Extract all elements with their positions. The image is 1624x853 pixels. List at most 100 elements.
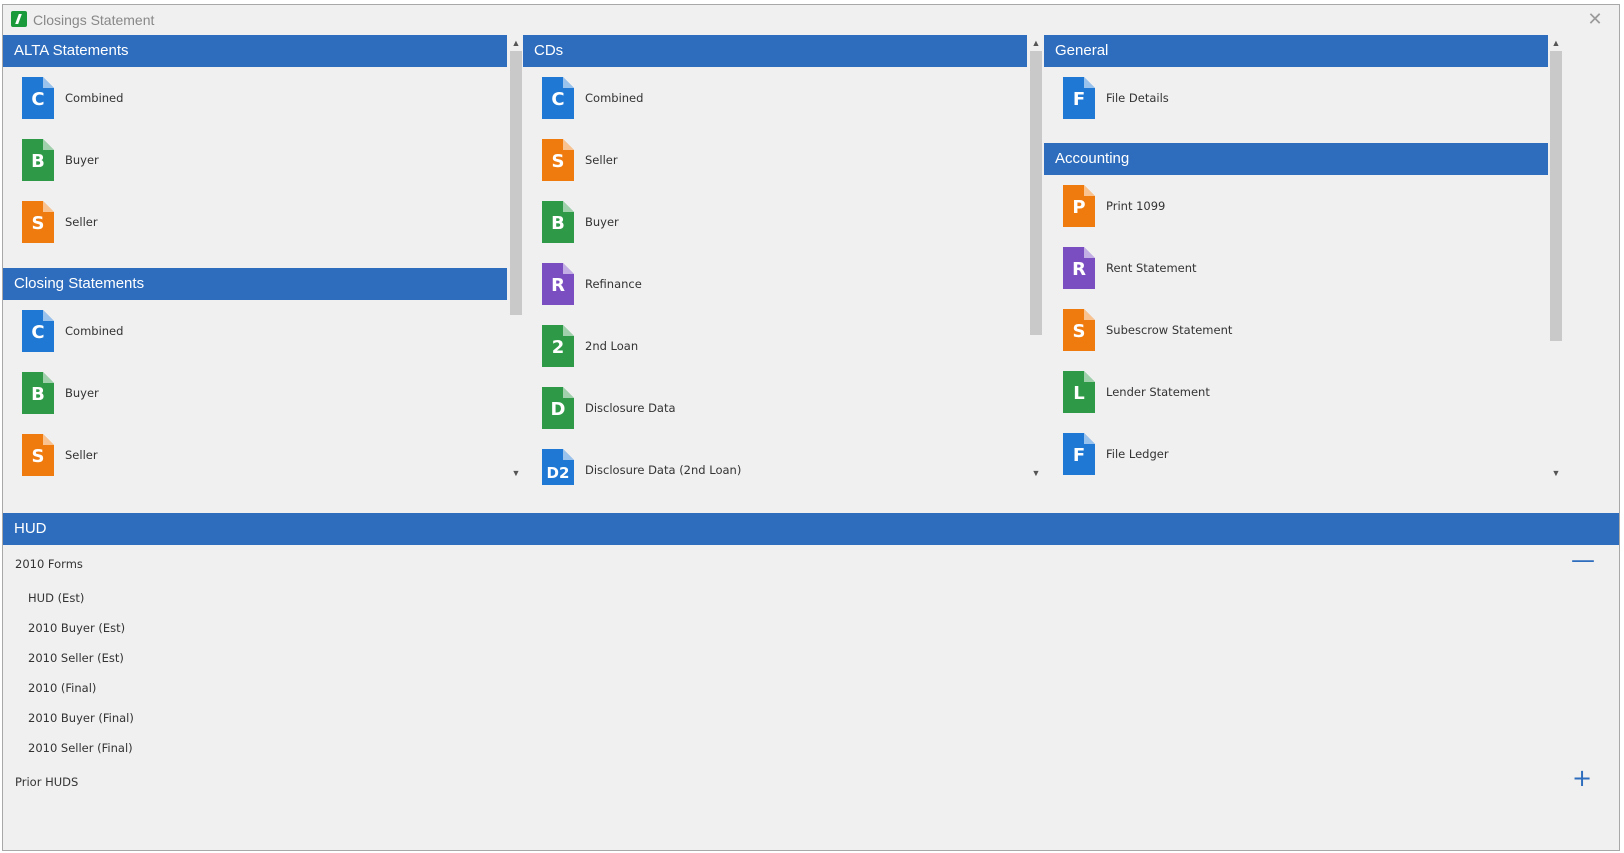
hud-section: HUD 2010 Forms — HUD (Est) 2010 Buyer (Est)…: [3, 513, 1619, 850]
scrollbar-right[interactable]: ▲ ▼: [1548, 35, 1564, 481]
document-letter: S: [31, 213, 45, 234]
document-icon: R: [542, 263, 574, 305]
scroll-thumb[interactable]: [510, 51, 522, 315]
statement-item-label: File Details: [1106, 91, 1169, 105]
document-icon: P: [1063, 185, 1095, 227]
statement-item[interactable]: D Disclosure Data: [523, 377, 1027, 439]
scrollbar-middle[interactable]: ▲ ▼: [1028, 35, 1044, 481]
hud-group[interactable]: Prior HUDS +: [3, 763, 1619, 801]
statement-item-label: Seller: [65, 448, 98, 462]
document-letter: D2: [546, 464, 570, 482]
section-header: ALTA Statements: [3, 35, 507, 67]
hud-form-label: 2010 Buyer (Final): [28, 711, 134, 725]
document-letter: S: [1072, 321, 1086, 342]
hud-form-label: 2010 Seller (Est): [28, 651, 124, 665]
close-button[interactable]: ✕: [1585, 9, 1605, 29]
statement-item[interactable]: D2 Disclosure Data (2nd Loan): [523, 439, 1027, 485]
statement-item[interactable]: C Combined: [3, 300, 507, 362]
document-icon: R: [1063, 247, 1095, 289]
hud-header: HUD: [3, 513, 1619, 545]
statement-item[interactable]: B Buyer: [3, 362, 507, 424]
hud-group-label: Prior HUDS: [15, 775, 79, 789]
document-letter: F: [1072, 445, 1086, 466]
window-title: Closings Statement: [33, 12, 155, 28]
document-letter: R: [1072, 259, 1086, 280]
statement-item[interactable]: R Rent Statement: [1044, 237, 1548, 299]
statement-item-label: Refinance: [585, 277, 642, 291]
statement-item-label: Rent Statement: [1106, 261, 1197, 275]
statement-item[interactable]: P Print 1099: [1044, 175, 1548, 237]
document-icon: B: [542, 201, 574, 243]
statement-item-label: Subescrow Statement: [1106, 323, 1233, 337]
statement-item-label: Seller: [65, 215, 98, 229]
panel-left: ALTA Statements C Combined B Buyer S Seller Clo…: [3, 35, 507, 485]
scrollbar-left[interactable]: ▲ ▼: [508, 35, 524, 481]
expand-icon[interactable]: +: [1571, 766, 1593, 790]
scroll-up-arrow-icon[interactable]: ▲: [508, 35, 524, 51]
statement-item[interactable]: 2 2nd Loan: [523, 315, 1027, 377]
statement-item-label: 2nd Loan: [585, 339, 639, 353]
statement-item[interactable]: C Combined: [3, 67, 507, 129]
panel-middle: CDs C Combined S Seller B Buyer R Refinance 2 2nd …: [523, 35, 1027, 485]
statement-item[interactable]: C Combined: [523, 67, 1027, 129]
statement-item[interactable]: S Seller: [3, 424, 507, 485]
document-icon: B: [22, 372, 54, 414]
document-letter: B: [31, 151, 45, 172]
document-letter: C: [31, 89, 45, 110]
hud-form-item[interactable]: 2010 Seller (Est): [3, 643, 1619, 673]
scroll-thumb[interactable]: [1550, 51, 1562, 341]
document-letter: R: [551, 275, 565, 296]
document-letter: L: [1073, 383, 1085, 404]
statement-item-label: Buyer: [65, 153, 99, 167]
statement-item-label: Print 1099: [1106, 199, 1166, 213]
hud-form-item[interactable]: 2010 Buyer (Est): [3, 613, 1619, 643]
document-letter: F: [1072, 89, 1086, 110]
statement-item[interactable]: S Subescrow Statement: [1044, 299, 1548, 361]
closings-statement-window: Closings Statement ✕ ALTA Statements C Com…: [2, 4, 1620, 851]
statement-item-label: Combined: [65, 91, 124, 105]
scroll-up-arrow-icon[interactable]: ▲: [1028, 35, 1044, 51]
statement-item-label: Buyer: [585, 215, 619, 229]
hud-form-item[interactable]: HUD (Est): [3, 583, 1619, 613]
statement-item[interactable]: B Buyer: [523, 191, 1027, 253]
document-letter: S: [31, 446, 45, 467]
panel-right: General F File Details Accounting P Print 109…: [1044, 35, 1548, 485]
scroll-up-arrow-icon[interactable]: ▲: [1548, 35, 1564, 51]
document-letter: C: [551, 89, 565, 110]
document-letter: B: [31, 384, 45, 405]
scroll-thumb[interactable]: [1030, 51, 1042, 335]
statement-item[interactable]: L Lender Statement: [1044, 361, 1548, 423]
document-letter: D: [550, 399, 566, 420]
hud-form-item[interactable]: 2010 Seller (Final): [3, 733, 1619, 763]
statement-item-label: File Ledger: [1106, 447, 1169, 461]
document-icon: 2: [542, 325, 574, 367]
hud-form-label: 2010 Seller (Final): [28, 741, 133, 755]
document-icon: S: [542, 139, 574, 181]
document-letter: 2: [551, 337, 565, 358]
document-icon: S: [22, 201, 54, 243]
statement-item[interactable]: B Buyer: [3, 129, 507, 191]
scroll-down-arrow-icon[interactable]: ▼: [508, 465, 524, 481]
hud-form-label: 2010 Buyer (Est): [28, 621, 126, 635]
scroll-down-arrow-icon[interactable]: ▼: [1028, 465, 1044, 481]
statement-item[interactable]: R Refinance: [523, 253, 1027, 315]
document-letter: S: [551, 151, 565, 172]
scroll-down-arrow-icon[interactable]: ▼: [1548, 465, 1564, 481]
hud-body: 2010 Forms — HUD (Est) 2010 Buyer (Est) 2010…: [3, 545, 1619, 801]
document-letter: B: [551, 213, 565, 234]
statement-item[interactable]: S Seller: [3, 191, 507, 253]
hud-form-item[interactable]: 2010 (Final): [3, 673, 1619, 703]
statement-item-label: Combined: [585, 91, 644, 105]
statement-item-label: Disclosure Data (2nd Loan): [585, 463, 742, 477]
collapse-icon[interactable]: —: [1571, 548, 1595, 572]
section-header: CDs: [523, 35, 1027, 67]
statement-item[interactable]: S Seller: [523, 129, 1027, 191]
hud-group[interactable]: 2010 Forms —: [3, 545, 1619, 583]
statement-item-label: Seller: [585, 153, 618, 167]
statement-item[interactable]: F File Details: [1044, 67, 1548, 129]
hud-form-item[interactable]: 2010 Buyer (Final): [3, 703, 1619, 733]
document-icon: B: [22, 139, 54, 181]
statement-item[interactable]: F File Ledger: [1044, 423, 1548, 485]
document-icon: L: [1063, 371, 1095, 413]
document-icon: D2: [542, 449, 574, 485]
